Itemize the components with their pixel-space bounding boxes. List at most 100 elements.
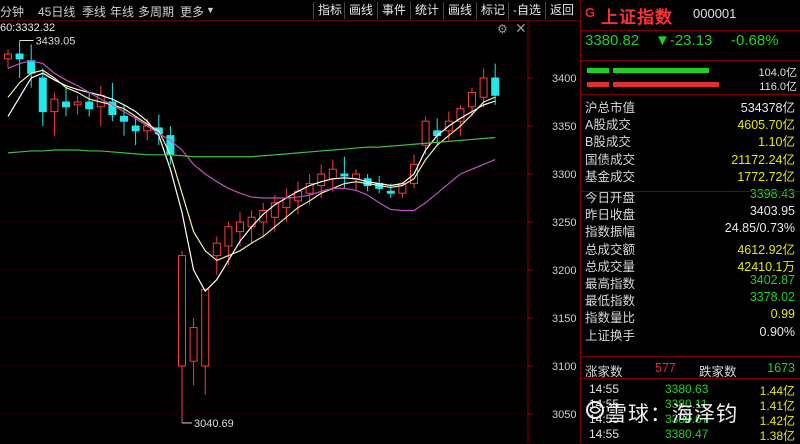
period-year[interactable]: 年线: [110, 3, 134, 20]
tick-row[interactable]: 14:55 3380.47 1.38亿: [581, 427, 800, 443]
candle-body: [50, 98, 59, 113]
gear-icon[interactable]: ⚙: [497, 22, 508, 36]
candle-body: [421, 120, 430, 146]
period-minute[interactable]: 分钟: [0, 3, 24, 20]
quote-stat-row: 指数量比 0.99: [581, 306, 800, 325]
candle-body: [317, 173, 326, 187]
quote-stat-row: 指数振幅 24.85/0.73%: [581, 220, 800, 239]
quote-stat-value: 24.85/0.73%: [724, 221, 795, 236]
tool-back-button[interactable]: 返回: [545, 2, 578, 19]
advance-count: 577: [655, 361, 676, 375]
candle-body: [38, 77, 47, 113]
period-quarter[interactable]: 季线: [82, 3, 106, 20]
tool-indicator-button[interactable]: 指标: [313, 2, 346, 19]
candle-body: [386, 190, 395, 194]
y-tick-label: 3400: [552, 73, 576, 85]
quote-stat-label: 上证换手: [585, 328, 636, 343]
divider: [581, 378, 800, 379]
more-arrow-icon[interactable]: ▼: [206, 5, 215, 15]
tool-draw-button[interactable]: 画线: [344, 2, 377, 19]
quote-stat-value: 0.90%: [759, 324, 795, 339]
quote-stat-value: 3403.95: [749, 204, 795, 219]
quote-panel: G 上证指数 000001 3380.82 ▼-23.13 -0.68% 104…: [580, 0, 800, 443]
buy-sell-bars: 104.0亿 116.0亿: [581, 62, 800, 93]
ma-line: [7, 72, 496, 293]
y-tick-label: 3250: [552, 217, 576, 229]
quote-stat-value: 3402.87: [749, 273, 795, 287]
advance-decline: 涨家数 577 跌家数 1673: [581, 360, 800, 379]
quote-stat-row: A股成交 4605.70亿: [581, 113, 800, 132]
quote-stat-value: 1772.72亿: [737, 169, 795, 184]
candle-body: [328, 168, 337, 180]
divider: [581, 94, 800, 95]
candle-body: [178, 255, 186, 367]
quote-stat-row: 国债成交 21172.24亿: [581, 148, 800, 167]
period-more[interactable]: 更多: [180, 3, 204, 20]
index-code: 000001: [693, 6, 737, 21]
y-tick-label: 3100: [552, 361, 576, 373]
y-tick-label: 3300: [552, 169, 576, 181]
tool-mark-button[interactable]: 标记: [476, 2, 509, 19]
y-tick-label: 3200: [552, 265, 576, 277]
candle-body: [340, 173, 349, 177]
quote-stat-row: 基金成交 1772.72亿: [581, 165, 800, 184]
sell-bar-segment: [587, 82, 609, 87]
buy-bar-segment: [587, 68, 609, 73]
close-icon[interactable]: ✕: [515, 20, 527, 37]
candle-body: [479, 77, 488, 98]
candle-body: [73, 101, 82, 106]
quote-stat-row: B股成交 1.10亿: [581, 130, 800, 149]
divider: [581, 356, 800, 357]
tool-drawline-button[interactable]: 画线: [443, 2, 476, 19]
candle-body: [85, 101, 94, 110]
candle-body: [468, 91, 476, 108]
quote-header: G 上证指数 000001: [581, 0, 800, 30]
y-tick-label: 3350: [552, 121, 576, 133]
watermark: 雪球：海泽钧: [606, 403, 738, 426]
buy-bar: [613, 68, 709, 73]
candle-body: [62, 101, 70, 108]
quote-stat-row: 沪总市值 534378亿: [581, 96, 800, 115]
candle-body: [224, 226, 233, 247]
divider: [581, 191, 800, 192]
low-label: 3040.69: [194, 418, 234, 430]
period-45day[interactable]: 45日线: [38, 3, 75, 20]
tool-stats-button[interactable]: 统计: [410, 2, 443, 19]
high-label: 3439.05: [36, 36, 76, 48]
candle-body: [27, 60, 36, 74]
tick-time: 14:55: [589, 382, 620, 396]
tool-event-button[interactable]: 事件: [377, 2, 410, 19]
quote-stat-value: 3398.43: [749, 187, 795, 201]
ma-legend-value: 3332.32: [15, 22, 56, 34]
candle-body: [201, 288, 210, 367]
candle-body: [4, 53, 12, 60]
tick-time: 14:55: [589, 427, 620, 441]
y-tick-label: 3150: [552, 313, 576, 325]
sell-bar: [613, 82, 719, 87]
candle-body: [131, 125, 140, 132]
tick-row[interactable]: 14:55 3380.63 1.44亿: [581, 382, 800, 398]
snowball-logo-icon: [586, 401, 604, 419]
divider: [581, 60, 800, 61]
quote-stat-row: 总成交量 42410.1万: [581, 255, 800, 274]
quote-stat-value: 0.99: [770, 307, 795, 322]
ma-legend: 60:3332.32: [0, 22, 55, 34]
chart-toolbar: 分钟 45日线 季线 年线 多周期 更多 ▼ 指标 画线 事件 统计 画线 标记…: [0, 0, 580, 21]
quote-stat-row: 今日开盘 3398.43: [581, 186, 800, 205]
quote-stat-row: 上证换手 0.90%: [581, 324, 800, 343]
quote-stat-row: 总成交额 4612.92亿: [581, 238, 800, 257]
quote-stat-row: 最高指数 3402.87: [581, 272, 800, 291]
last-price: 3380.82: [585, 32, 640, 49]
tool-watchlist-button[interactable]: -自选: [508, 2, 545, 19]
candle-body: [247, 216, 256, 228]
tick-volume: 1.38亿: [759, 429, 795, 443]
quote-stat-row: 最低指数 3378.02: [581, 289, 800, 308]
kline-chart-area[interactable]: 3400 3350 3300 3250 3200 3150 3100 3050 3439.05 3…: [0, 0, 580, 443]
period-multi[interactable]: 多周期: [138, 3, 174, 20]
sell-volume: 116.0亿: [759, 81, 797, 93]
candlestick-chart[interactable]: 3400 3350 3300 3250 3200 3150 3100 3050 3439.05 3…: [0, 0, 580, 443]
tick-price: 3380.63: [665, 382, 709, 396]
decline-count: 1673: [767, 361, 795, 375]
price-line: 3380.82 ▼-23.13 -0.68%: [581, 30, 800, 56]
candle-body: [491, 77, 500, 96]
